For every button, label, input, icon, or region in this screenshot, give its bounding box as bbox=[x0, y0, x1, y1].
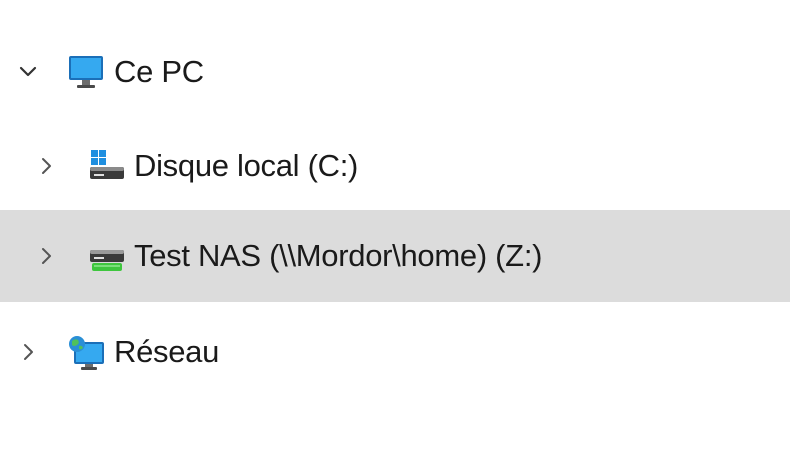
chevron-down-icon[interactable] bbox=[8, 52, 48, 92]
chevron-right-icon[interactable] bbox=[26, 146, 66, 186]
chevron-right-icon[interactable] bbox=[26, 236, 66, 276]
network-drive-icon bbox=[84, 234, 128, 278]
tree-item-network[interactable]: Réseau bbox=[0, 306, 790, 398]
scrollbar-track[interactable] bbox=[790, 0, 800, 450]
chevron-right-icon[interactable] bbox=[8, 332, 48, 372]
navigation-tree: Ce PC Disque local (C:) Test NAS (\\Mord… bbox=[0, 0, 800, 450]
tree-item-network-drive[interactable]: Test NAS (\\Mordor\home) (Z:) bbox=[0, 210, 790, 302]
tree-item-label: Ce PC bbox=[114, 54, 204, 89]
tree-item-label: Disque local (C:) bbox=[134, 148, 359, 183]
tree-item-label: Réseau bbox=[114, 334, 220, 369]
monitor-icon bbox=[64, 50, 108, 94]
tree-item-label: Test NAS (\\Mordor\home) (Z:) bbox=[134, 238, 543, 273]
tree-item-this-pc[interactable]: Ce PC bbox=[0, 26, 790, 118]
tree-item-local-disk[interactable]: Disque local (C:) bbox=[0, 120, 790, 212]
windows-drive-icon bbox=[84, 144, 128, 188]
network-icon bbox=[64, 330, 108, 374]
